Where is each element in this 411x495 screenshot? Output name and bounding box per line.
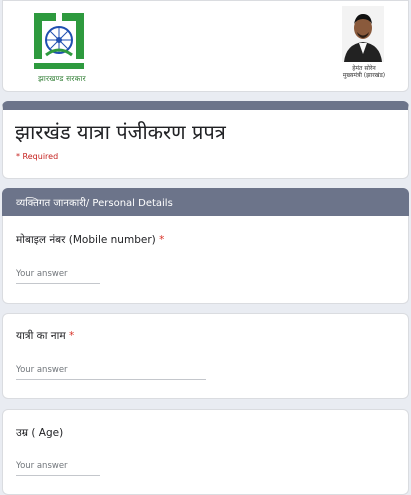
required-star: *	[68, 330, 75, 342]
header-banner: झारखण्ड सरकार हेमंत सोरेन मुख्यमंत्री (झ…	[2, 0, 409, 92]
question-label-text: यात्री का नाम	[16, 330, 66, 342]
question-age: उम्र ( Age)	[2, 409, 409, 495]
required-star: *	[159, 234, 165, 246]
traveller-name-input[interactable]	[16, 365, 206, 380]
question-label-text: उम्र ( Age)	[16, 427, 64, 439]
age-input[interactable]	[16, 461, 100, 476]
portrait-title: मुख्यमंत्री (झारखंड)	[342, 72, 386, 79]
section-header: व्यक्तिगत जानकारी/ Personal Details	[2, 188, 409, 216]
question-label: उम्र ( Age)	[16, 426, 63, 440]
form-title: झारखंड यात्रा पंजीकरण प्रपत्र	[15, 120, 226, 144]
portrait-name: हेमंत सोरेन	[352, 65, 376, 72]
jharkhand-emblem-icon	[26, 9, 92, 73]
question-label: यात्री का नाम *	[16, 329, 74, 343]
section-title: व्यक्तिगत जानकारी/ Personal Details	[16, 198, 173, 209]
mobile-number-input[interactable]	[16, 269, 100, 284]
portrait-caption: हेमंत सोरेन मुख्यमंत्री (झारखंड)	[329, 65, 399, 79]
question-traveller-name: यात्री का नाम *	[2, 313, 409, 399]
question-mobile-number: मोबाइल नंबर (Mobile number) *	[2, 216, 409, 304]
logo-caption: झारखण्ड सरकार	[38, 74, 86, 83]
chief-minister-portrait	[342, 6, 384, 62]
form-title-card: झारखंड यात्रा पंजीकरण प्रपत्र * Required	[2, 101, 409, 179]
question-label: मोबाइल नंबर (Mobile number) *	[16, 233, 164, 247]
required-note: * Required	[16, 152, 59, 161]
question-label-text: मोबाइल नंबर (Mobile number)	[16, 234, 156, 246]
